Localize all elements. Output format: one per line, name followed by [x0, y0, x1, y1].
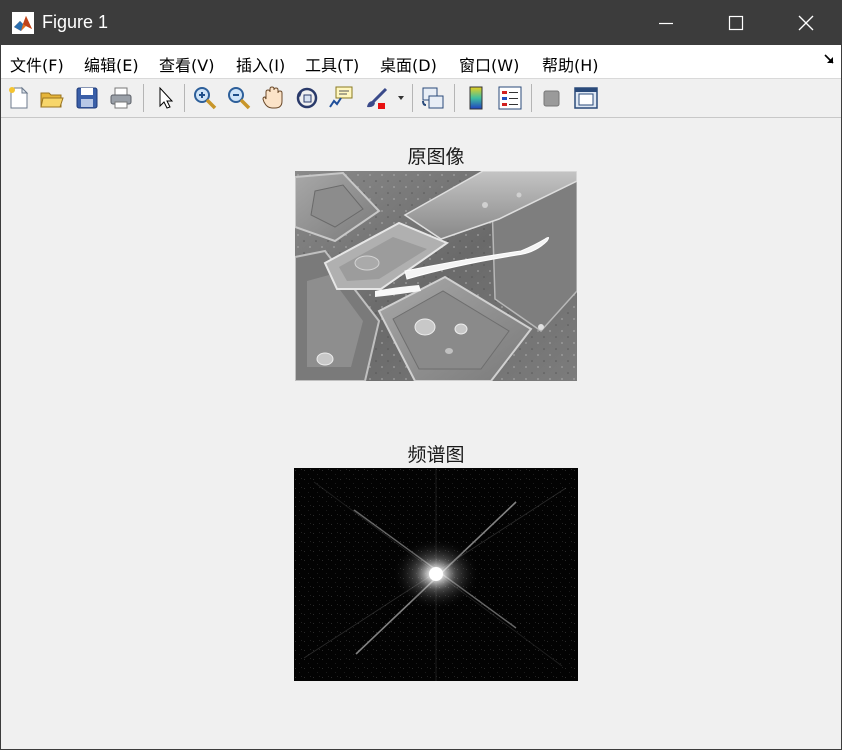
pan-button[interactable]: [260, 85, 286, 111]
figure-window: Figure 1 文件(F) 编辑(E) 查看(V) 插入(I) 工具(T) 桌…: [0, 0, 842, 750]
zoom-in-icon: [194, 87, 217, 110]
show-plot-tools-button[interactable]: [573, 85, 599, 111]
save-button[interactable]: [74, 85, 100, 111]
brush-icon: [367, 87, 388, 109]
open-button[interactable]: [39, 85, 65, 111]
link-plot-button[interactable]: [420, 85, 446, 111]
spectrum-title: 频谱图: [407, 444, 465, 466]
spectrum-image: [294, 468, 578, 681]
maximize-icon: [728, 15, 744, 31]
dock-arrow-icon[interactable]: [823, 53, 835, 65]
legend-icon: [498, 86, 522, 110]
print-button[interactable]: [108, 85, 134, 111]
link-plot-icon: [422, 87, 444, 109]
toolbar-separator: [531, 84, 532, 112]
data-cursor-button[interactable]: [328, 85, 354, 111]
hide-plot-tools-button[interactable]: [539, 85, 565, 111]
original-image-title: 原图像: [407, 146, 465, 168]
menu-window[interactable]: 窗口(W): [459, 52, 519, 76]
menu-help[interactable]: 帮助(H): [542, 52, 599, 76]
new-figure-icon: [9, 86, 29, 109]
original-image-axes[interactable]: [295, 171, 577, 381]
hide-plot-tools-icon: [543, 90, 560, 107]
pointer-icon: [159, 86, 174, 109]
open-icon: [40, 92, 64, 108]
print-icon: [110, 87, 132, 109]
brush-dropdown-icon: [398, 96, 404, 100]
sem-image: [295, 171, 577, 381]
menu-edit[interactable]: 编辑(E): [84, 52, 139, 76]
colorbar-icon: [469, 86, 483, 110]
menu-file[interactable]: 文件(F): [10, 52, 64, 76]
data-cursor-icon: [329, 86, 353, 108]
rotate-3d-icon: [296, 87, 318, 109]
title-bar[interactable]: Figure 1: [1, 1, 841, 45]
figure-toolbar: [1, 79, 841, 118]
toolbar-separator: [412, 84, 413, 112]
menu-tools[interactable]: 工具(T): [305, 52, 359, 76]
minimize-button[interactable]: [631, 1, 701, 45]
menu-bar: 文件(F) 编辑(E) 查看(V) 插入(I) 工具(T) 桌面(D) 窗口(W…: [1, 45, 841, 79]
brush-button[interactable]: [364, 85, 390, 111]
zoom-out-icon: [228, 87, 251, 110]
show-plot-tools-icon: [574, 87, 598, 109]
minimize-icon: [659, 22, 673, 25]
menu-view[interactable]: 查看(V): [159, 52, 214, 76]
maximize-button[interactable]: [701, 1, 771, 45]
pan-hand-icon: [262, 86, 283, 109]
menu-desktop[interactable]: 桌面(D): [380, 52, 437, 76]
zoom-out-button[interactable]: [226, 85, 252, 111]
zoom-in-button[interactable]: [192, 85, 218, 111]
toolbar-separator: [184, 84, 185, 112]
spectrum-axes[interactable]: [294, 468, 578, 681]
legend-button[interactable]: [497, 85, 523, 111]
close-icon: [798, 15, 814, 31]
new-figure-button[interactable]: [6, 85, 32, 111]
brush-dropdown-button[interactable]: [395, 85, 407, 111]
pointer-button[interactable]: [153, 85, 179, 111]
colorbar-button[interactable]: [463, 85, 489, 111]
toolbar-separator: [454, 84, 455, 112]
save-icon: [76, 87, 98, 109]
menu-insert[interactable]: 插入(I): [236, 52, 285, 76]
window-title: Figure 1: [42, 12, 109, 32]
close-button[interactable]: [771, 1, 841, 45]
rotate-3d-button[interactable]: [294, 85, 320, 111]
matlab-logo-icon: [12, 12, 34, 34]
toolbar-separator: [143, 84, 144, 112]
